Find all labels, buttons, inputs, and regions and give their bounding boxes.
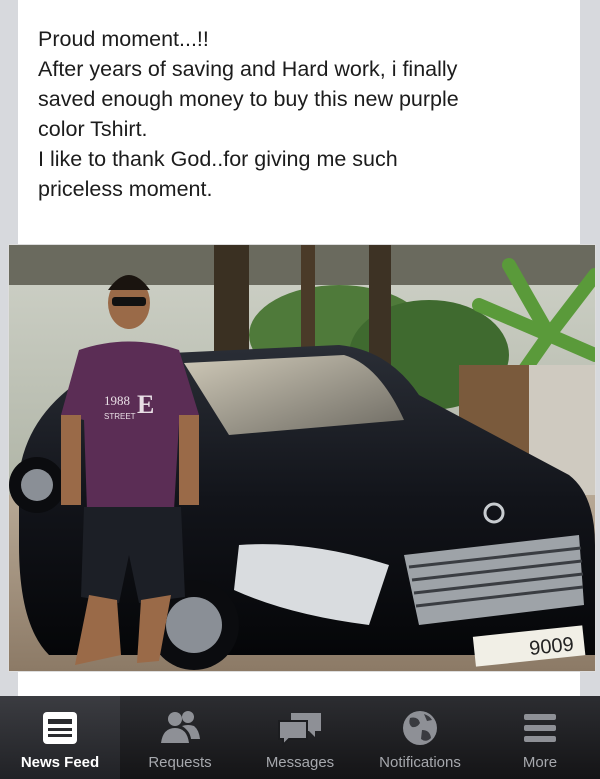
tab-requests[interactable]: Requests <box>120 696 240 779</box>
shirt-street-text: STREET <box>104 412 136 421</box>
tab-news-feed[interactable]: News Feed <box>0 696 120 779</box>
shirt-letter: E <box>137 390 154 419</box>
license-plate-text: 9009 <box>528 633 575 660</box>
post-line: Proud moment...!! <box>38 27 209 51</box>
post-line: priceless moment. <box>38 177 213 201</box>
tab-more[interactable]: More <box>480 696 600 779</box>
tab-notifications[interactable]: Notifications <box>360 696 480 779</box>
tab-label: Notifications <box>379 754 461 771</box>
news-feed-icon <box>41 708 79 748</box>
post-line: After years of saving and Hard work, i f… <box>38 57 458 81</box>
tab-bar: News Feed Requests Messages Notification… <box>0 696 600 779</box>
requests-icon <box>158 708 202 748</box>
tab-messages[interactable]: Messages <box>240 696 360 779</box>
notifications-icon <box>400 708 440 748</box>
shirt-text: 1988 <box>104 393 130 408</box>
post-line: color Tshirt. <box>38 117 148 141</box>
tab-label: Requests <box>148 754 212 771</box>
tab-label: Messages <box>265 754 335 771</box>
messages-icon <box>277 708 323 748</box>
more-icon <box>522 708 558 748</box>
post-line: saved enough money to buy this new purpl… <box>38 87 459 111</box>
post-text: Proud moment...!! After years of saving … <box>38 24 568 204</box>
tab-label: News Feed <box>20 754 100 771</box>
post-photo[interactable]: 9009 1988 E STREET <box>8 244 596 672</box>
post-line: I like to thank God..for giving me such <box>38 147 398 171</box>
tab-label: More <box>522 754 558 771</box>
